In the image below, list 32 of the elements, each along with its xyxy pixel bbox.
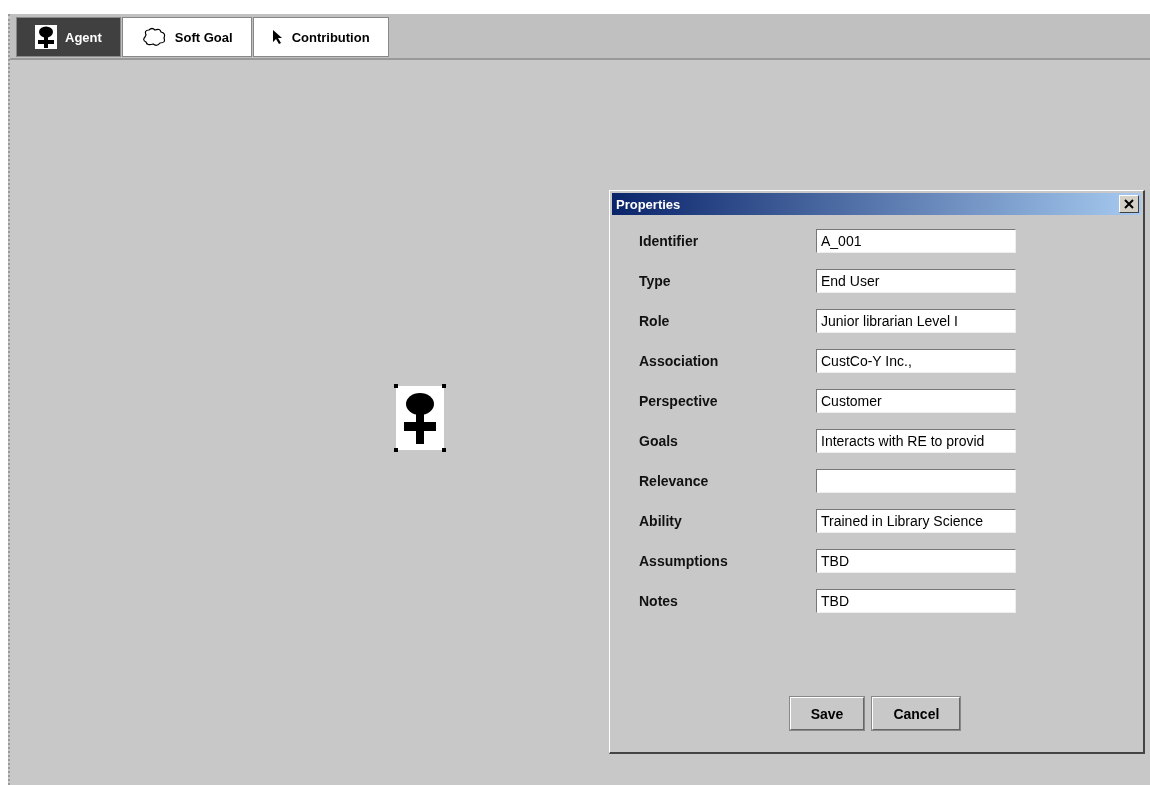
dialog-button[interactable]: Save xyxy=(789,697,865,730)
agent-icon xyxy=(35,25,57,49)
text-field[interactable]: Interacts with RE to provid xyxy=(816,429,1016,453)
text-field[interactable]: Customer xyxy=(816,389,1016,413)
text-field[interactable]: TBD xyxy=(816,589,1016,613)
text-field[interactable]: Junior librarian Level I xyxy=(816,309,1016,333)
agent-node[interactable] xyxy=(396,386,444,450)
field-label: Identifier xyxy=(639,233,700,249)
field-label: Type xyxy=(639,273,672,289)
field-label: Goals xyxy=(639,433,679,449)
pointer-icon xyxy=(271,29,284,45)
text-field[interactable]: Trained in Library Science xyxy=(816,509,1016,533)
dialog-title: Properties xyxy=(616,196,681,212)
text-field[interactable]: TBD xyxy=(816,549,1016,573)
close-button[interactable] xyxy=(1119,195,1139,213)
close-icon xyxy=(1124,199,1134,209)
dialog-button[interactable]: Cancel xyxy=(872,697,961,730)
field-label: Perspective xyxy=(639,393,719,409)
field-label: Assumptions xyxy=(639,553,729,569)
field-label: Role xyxy=(639,313,671,329)
tool-button[interactable]: Soft Goal xyxy=(121,17,252,57)
tool-button[interactable]: Contribution xyxy=(252,17,389,57)
field-label: Ability xyxy=(639,513,683,529)
text-field[interactable] xyxy=(816,469,1016,493)
tool-button[interactable]: Agent xyxy=(16,17,121,57)
text-field[interactable]: A_001 xyxy=(816,229,1016,253)
field-label: Association xyxy=(639,353,720,369)
field-label: Relevance xyxy=(639,473,710,489)
text-field[interactable]: CustCo-Y Inc., xyxy=(816,349,1016,373)
text-field[interactable]: End User xyxy=(816,269,1016,293)
cloud-icon xyxy=(140,27,167,47)
field-label: Notes xyxy=(639,593,679,609)
